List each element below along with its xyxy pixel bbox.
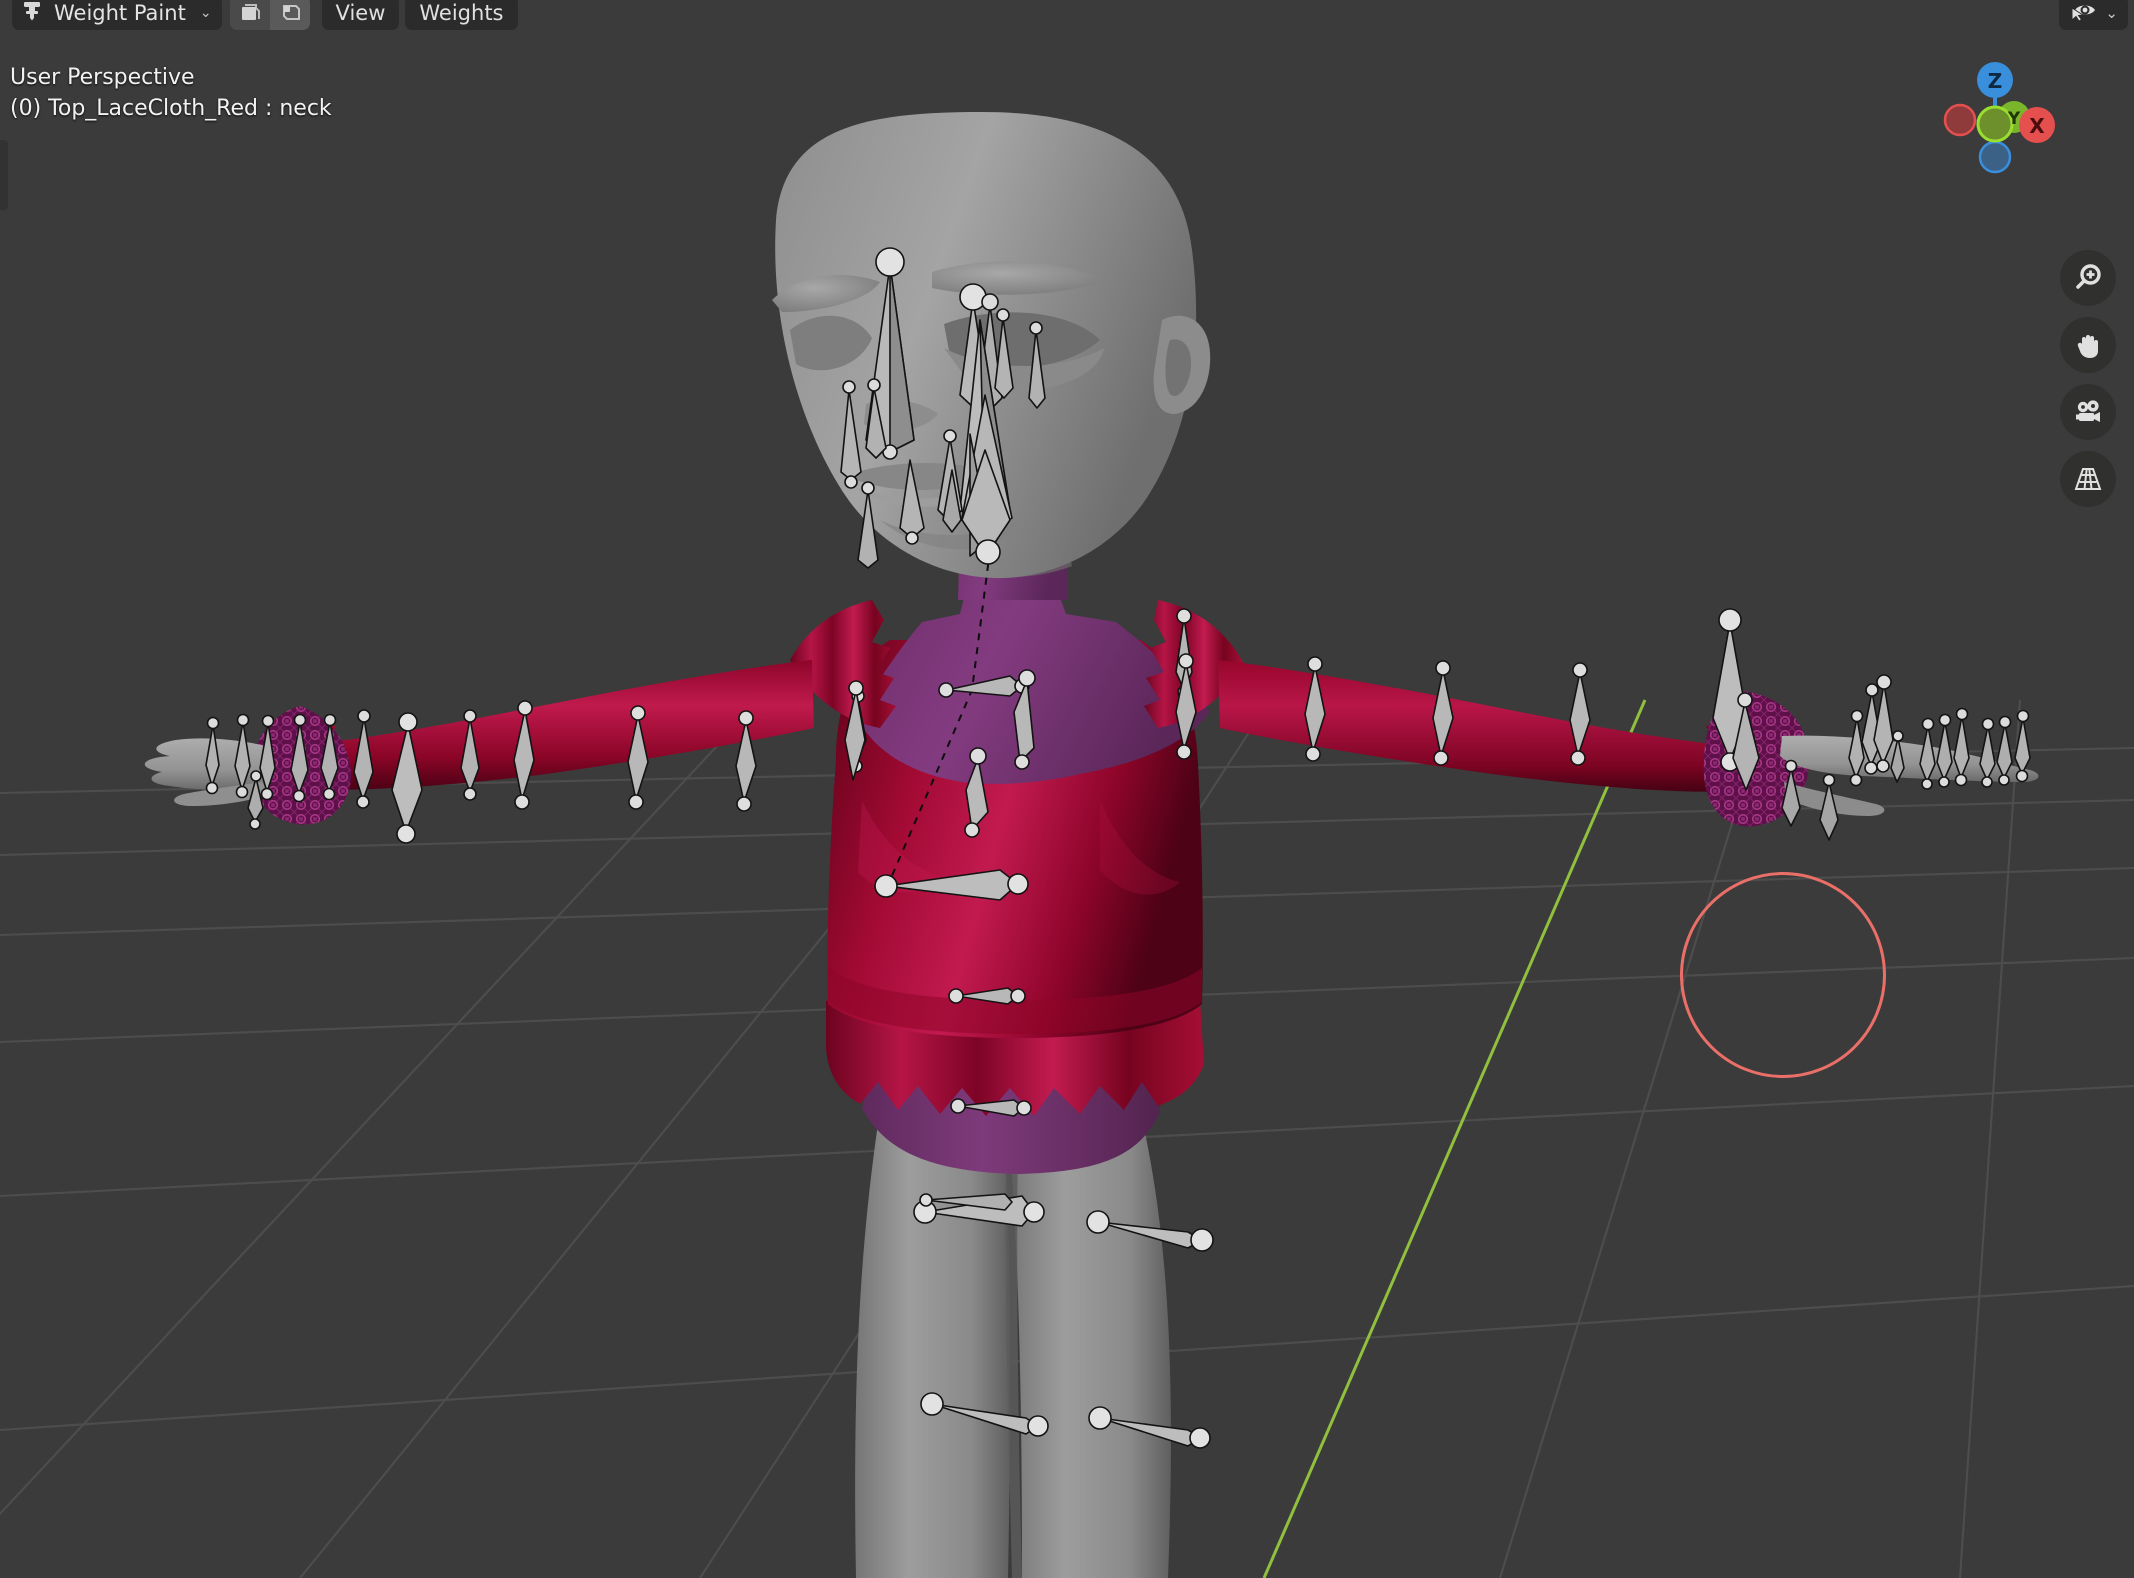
eye-cursor-icon: [2069, 0, 2099, 27]
left-leg: [855, 1110, 1011, 1578]
chevron-down-icon: ⌄: [199, 5, 212, 21]
mode-selector[interactable]: Weight Paint ⌄: [12, 0, 222, 30]
face-selection-mask-button[interactable]: [269, 0, 310, 30]
menu-weights[interactable]: Weights: [405, 0, 518, 30]
menu-view-label: View: [335, 1, 386, 25]
object-visibility-dropdown[interactable]: ⌄: [2059, 0, 2128, 30]
pan-tool-button[interactable]: [2060, 317, 2116, 373]
gizmo-label-z: Z: [1988, 69, 2003, 93]
gizmo-axis-z-negative: [1978, 140, 2012, 174]
gizmo-axis-x-negative: [1943, 103, 1977, 137]
right-leg: [1008, 1110, 1171, 1578]
gizmo-label-y: Y: [2007, 109, 2021, 129]
viewport-tool-buttons: [2060, 250, 2116, 507]
collapsed-sidebar-tab[interactable]: [0, 140, 8, 210]
vertex-selection-mask-button[interactable]: [229, 0, 270, 30]
3d-scene: [0, 0, 2134, 1578]
3d-viewport[interactable]: Weight Paint ⌄ View Weights ⌄ User Persp…: [0, 0, 2134, 1578]
gizmo-label-x: X: [2029, 114, 2045, 138]
zoom-tool-button[interactable]: [2060, 250, 2116, 306]
navigation-gizmo[interactable]: Z Y X: [1930, 54, 2060, 184]
perspective-toggle-button[interactable]: [2060, 451, 2116, 507]
weight-paint-icon: [20, 0, 44, 28]
mode-label: Weight Paint: [54, 1, 186, 25]
selection-mask-toggles: [229, 0, 310, 30]
menu-view[interactable]: View: [321, 0, 400, 30]
menu-weights-label: Weights: [419, 1, 504, 25]
chevron-down-icon: ⌄: [2105, 4, 2118, 22]
camera-view-button[interactable]: [2060, 384, 2116, 440]
